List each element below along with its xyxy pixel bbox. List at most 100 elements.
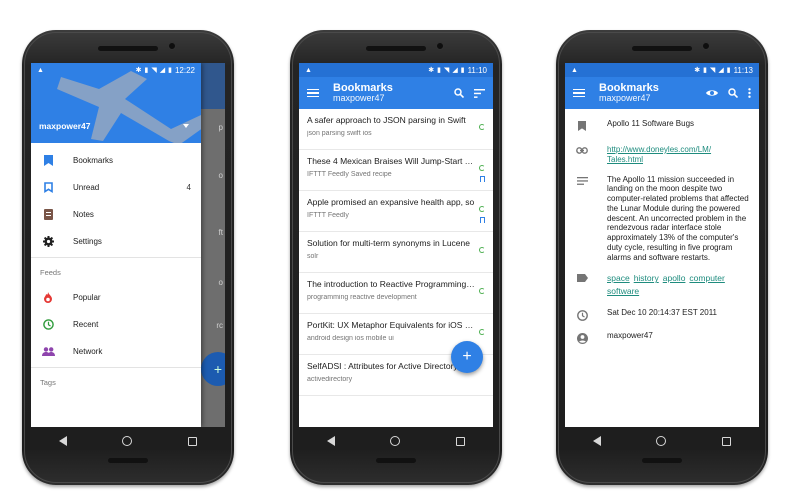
list-item[interactable]: Solution for multi-term synonyms in Luce… (299, 232, 493, 273)
recents-icon[interactable] (456, 436, 466, 446)
screen: ▲ ✱ ▮ ◥ ◢ ▮ 11:10 Bookmarks maxpower47 A… (299, 63, 493, 427)
list-item[interactable]: Apple promised an expansive health app, … (299, 191, 493, 232)
drawer-item-settings[interactable]: Settings (31, 228, 201, 255)
note-icon (41, 209, 55, 220)
menu-icon[interactable] (307, 88, 319, 98)
tag-link[interactable]: apollo (663, 273, 686, 283)
tag-icon (575, 272, 589, 298)
bookmark-title: The introduction to Reactive Programming… (307, 279, 477, 289)
sync-icon (479, 206, 485, 212)
flame-icon (41, 292, 55, 303)
bookmark-title: A safer approach to JSON parsing in Swif… (307, 115, 466, 125)
gear-icon (41, 236, 55, 247)
system-nav-bar (565, 427, 759, 455)
system-nav-bar (299, 427, 493, 455)
front-camera (436, 42, 444, 50)
home-icon[interactable] (122, 436, 133, 446)
wifi-icon: ◥ (443, 67, 450, 74)
signal-icon: ◢ (718, 67, 724, 74)
drawer-item-recent[interactable]: Recent (31, 311, 201, 338)
bookmark-url-link[interactable]: http://www.doneyles.com/LM/ Tales.html (607, 145, 749, 165)
tag-link[interactable]: space (607, 273, 630, 283)
unread-bookmark-icon (480, 217, 485, 223)
home-icon[interactable] (656, 436, 667, 446)
drawer-item-network[interactable]: Network (31, 338, 201, 365)
sync-icon (479, 165, 485, 171)
back-icon[interactable] (592, 436, 601, 446)
tags-section-header: Tags (40, 377, 56, 387)
add-bookmark-button[interactable]: + (451, 341, 483, 373)
bluetooth-icon: ✱ (694, 67, 701, 74)
drawer-item-notes[interactable]: Notes (31, 201, 201, 228)
sync-icon (479, 329, 485, 335)
bookmark-tags: solr (307, 253, 319, 260)
drawer-username: maxpower47 (39, 121, 91, 131)
status-time: 11:10 (467, 65, 487, 75)
notes-lines-icon (575, 175, 589, 263)
bookmark-title: These 4 Mexican Braises Will Jump-Start … (307, 156, 477, 166)
recents-icon[interactable] (722, 436, 732, 446)
link-icon (575, 145, 589, 165)
unread-count-badge: 4 (186, 183, 191, 192)
app-bar: Bookmarks maxpower47 (299, 77, 493, 109)
tag-link[interactable]: computer (689, 273, 724, 283)
back-icon[interactable] (58, 436, 67, 446)
drawer-item-label: Popular (73, 293, 101, 302)
more-options-icon[interactable] (748, 88, 751, 98)
home-icon[interactable] (390, 436, 401, 446)
earpiece (632, 46, 692, 51)
back-icon[interactable] (326, 436, 335, 446)
bottom-speaker (642, 458, 682, 463)
drawer-item-label: Recent (73, 320, 99, 329)
bookmark-tags: activedirectory (307, 376, 353, 383)
front-camera (702, 42, 710, 50)
drawer-item-popular[interactable]: Popular (31, 284, 201, 311)
vibrate-icon: ▮ (703, 67, 707, 74)
dimmed-add-button: + (201, 352, 225, 386)
bookmark-tags: space history apollo computer software (607, 272, 749, 298)
drawer-item-label: Network (73, 347, 103, 356)
battery-icon: ▮ (460, 67, 465, 74)
divider (31, 367, 201, 368)
eye-icon[interactable] (706, 89, 718, 97)
people-icon (41, 347, 55, 356)
vibrate-icon: ▮ (144, 67, 149, 74)
status-bar: ▲ ✱ ▮ ◥ ◢ ▮ 11:10 (299, 63, 493, 77)
signal-icon: ◢ (159, 67, 166, 74)
bookmark-outline-icon (41, 182, 55, 193)
bookmark-date: Sat Dec 10 20:14:37 EST 2011 (607, 308, 718, 318)
drawer-item-unread[interactable]: Unread 4 (31, 174, 201, 201)
status-bar: ▲ ✱ ▮ ◥ ◢ ▮ 12:22 (31, 63, 201, 77)
menu-icon[interactable] (573, 88, 585, 98)
clock-icon (41, 319, 55, 330)
account-dropdown-icon[interactable] (183, 124, 189, 128)
search-icon[interactable] (454, 88, 464, 98)
bookmark-title: Apollo 11 Software Bugs (607, 119, 695, 128)
app-bar-subtitle: maxpower47 (599, 93, 651, 104)
tag-link[interactable]: software (607, 286, 639, 296)
wifi-icon: ◥ (151, 67, 157, 74)
drawer-header: ▲ ✱ ▮ ◥ ◢ ▮ 12:22 maxpower47 (31, 63, 201, 143)
clock-icon (575, 308, 589, 322)
search-icon[interactable] (728, 88, 738, 98)
sort-icon[interactable] (474, 88, 485, 98)
list-item[interactable]: These 4 Mexican Braises Will Jump-Start … (299, 150, 493, 191)
wifi-icon: ◥ (709, 67, 716, 74)
list-item[interactable]: The introduction to Reactive Programming… (299, 273, 493, 314)
sync-icon (479, 124, 485, 130)
drawer-item-label: Bookmarks (73, 156, 114, 165)
phone-bookmark-list: ▲ ✱ ▮ ◥ ◢ ▮ 11:10 Bookmarks maxpower47 A… (290, 30, 502, 485)
phone-drawer: p o ft o rc n + ▲ ✱ ▮ ◥ ◢ ▮ 12:22 (22, 30, 234, 485)
list-item[interactable]: A safer approach to JSON parsing in Swif… (299, 109, 493, 150)
bookmark-owner: maxpower47 (607, 331, 653, 341)
android-notification-icon: ▲ (37, 66, 44, 74)
phone-bookmark-detail: ▲ ✱ ▮ ◥ ◢ ▮ 11:13 Bookmarks maxpower47 A… (556, 30, 768, 485)
sync-icon (479, 247, 485, 253)
tag-link[interactable]: history (634, 273, 659, 283)
bookmark-tags: IFTTT Feedly (307, 212, 349, 219)
recents-icon[interactable] (188, 436, 198, 446)
drawer-item-bookmarks[interactable]: Bookmarks (31, 147, 201, 174)
status-time: 12:22 (174, 65, 195, 75)
unread-bookmark-icon (480, 176, 485, 182)
drawer-item-label: Unread (73, 183, 100, 192)
